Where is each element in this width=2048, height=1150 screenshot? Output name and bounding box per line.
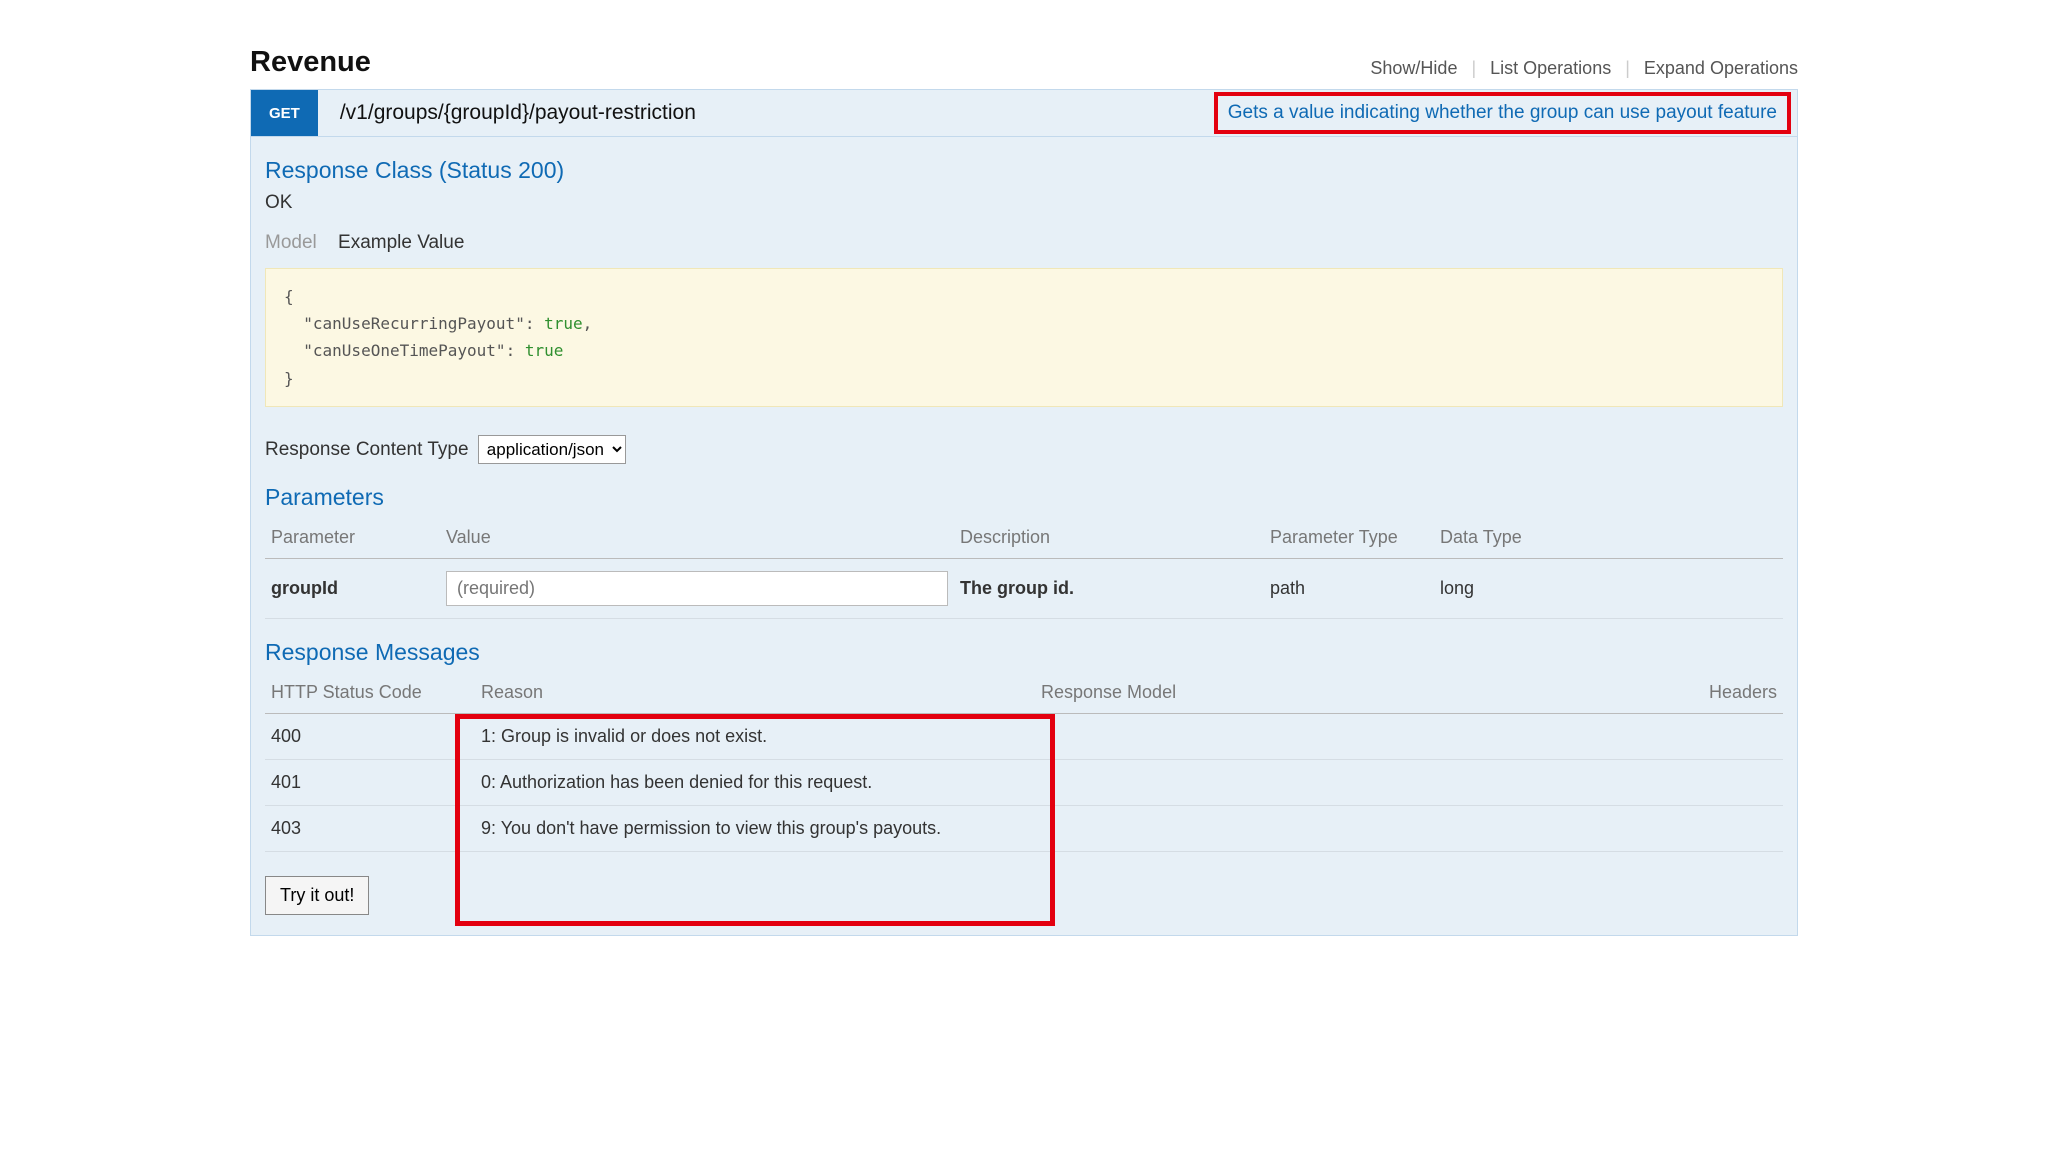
response-messages-table: HTTP Status Code Reason Response Model H… — [265, 674, 1783, 852]
col-reason: Reason — [475, 674, 1035, 714]
response-content-type-label: Response Content Type — [265, 439, 469, 460]
tab-model[interactable]: Model — [265, 232, 317, 254]
col-data-type: Data Type — [1434, 519, 1783, 559]
page-title: Revenue — [250, 46, 371, 79]
col-value: Value — [440, 519, 954, 559]
operation-header[interactable]: GET /v1/groups/{groupId}/payout-restrict… — [251, 90, 1797, 137]
col-http-status: HTTP Status Code — [265, 674, 475, 714]
status-code: 403 — [265, 805, 475, 851]
table-row: 401 0: Authorization has been denied for… — [265, 759, 1783, 805]
col-description: Description — [954, 519, 1264, 559]
example-json-block[interactable]: { "canUseRecurringPayout": true, "canUse… — [265, 268, 1783, 407]
try-it-out-button[interactable]: Try it out! — [265, 876, 369, 915]
response-messages-heading: Response Messages — [265, 639, 1783, 666]
param-data-type: long — [1434, 558, 1783, 618]
status-code: 401 — [265, 759, 475, 805]
col-parameter: Parameter — [265, 519, 440, 559]
response-content-type-select[interactable]: application/json — [478, 435, 626, 464]
col-parameter-type: Parameter Type — [1264, 519, 1434, 559]
col-headers: Headers — [1515, 674, 1783, 714]
parameters-heading: Parameters — [265, 484, 1783, 511]
parameters-table: Parameter Value Description Parameter Ty… — [265, 519, 1783, 619]
status-reason: 9: You don't have permission to view thi… — [475, 805, 1035, 851]
operation-summary: Gets a value indicating whether the grou… — [1228, 102, 1777, 124]
status-reason: 0: Authorization has been denied for thi… — [475, 759, 1035, 805]
divider: | — [1471, 58, 1476, 79]
response-status-text: OK — [265, 192, 1783, 214]
response-class-heading: Response Class (Status 200) — [265, 157, 1783, 184]
param-value-input[interactable] — [446, 571, 948, 606]
table-row: 400 1: Group is invalid or does not exis… — [265, 713, 1783, 759]
show-hide-link[interactable]: Show/Hide — [1370, 58, 1457, 79]
http-method-badge: GET — [251, 90, 318, 136]
schema-tabs: Model Example Value — [265, 232, 1783, 254]
operation-panel: GET /v1/groups/{groupId}/payout-restrict… — [250, 89, 1798, 936]
table-row: groupId The group id. path long — [265, 558, 1783, 618]
param-description: The group id. — [954, 558, 1264, 618]
tab-example-value[interactable]: Example Value — [338, 232, 464, 254]
operation-path: /v1/groups/{groupId}/payout-restriction — [340, 101, 696, 125]
param-type: path — [1264, 558, 1434, 618]
param-name: groupId — [265, 558, 440, 618]
col-response-model: Response Model — [1035, 674, 1515, 714]
header-actions: Show/Hide | List Operations | Expand Ope… — [1370, 58, 1798, 79]
expand-operations-link[interactable]: Expand Operations — [1644, 58, 1798, 79]
list-operations-link[interactable]: List Operations — [1490, 58, 1611, 79]
status-code: 400 — [265, 713, 475, 759]
table-row: 403 9: You don't have permission to view… — [265, 805, 1783, 851]
highlight-annotation: Gets a value indicating whether the grou… — [1214, 92, 1791, 134]
status-reason: 1: Group is invalid or does not exist. — [475, 713, 1035, 759]
divider: | — [1625, 58, 1630, 79]
